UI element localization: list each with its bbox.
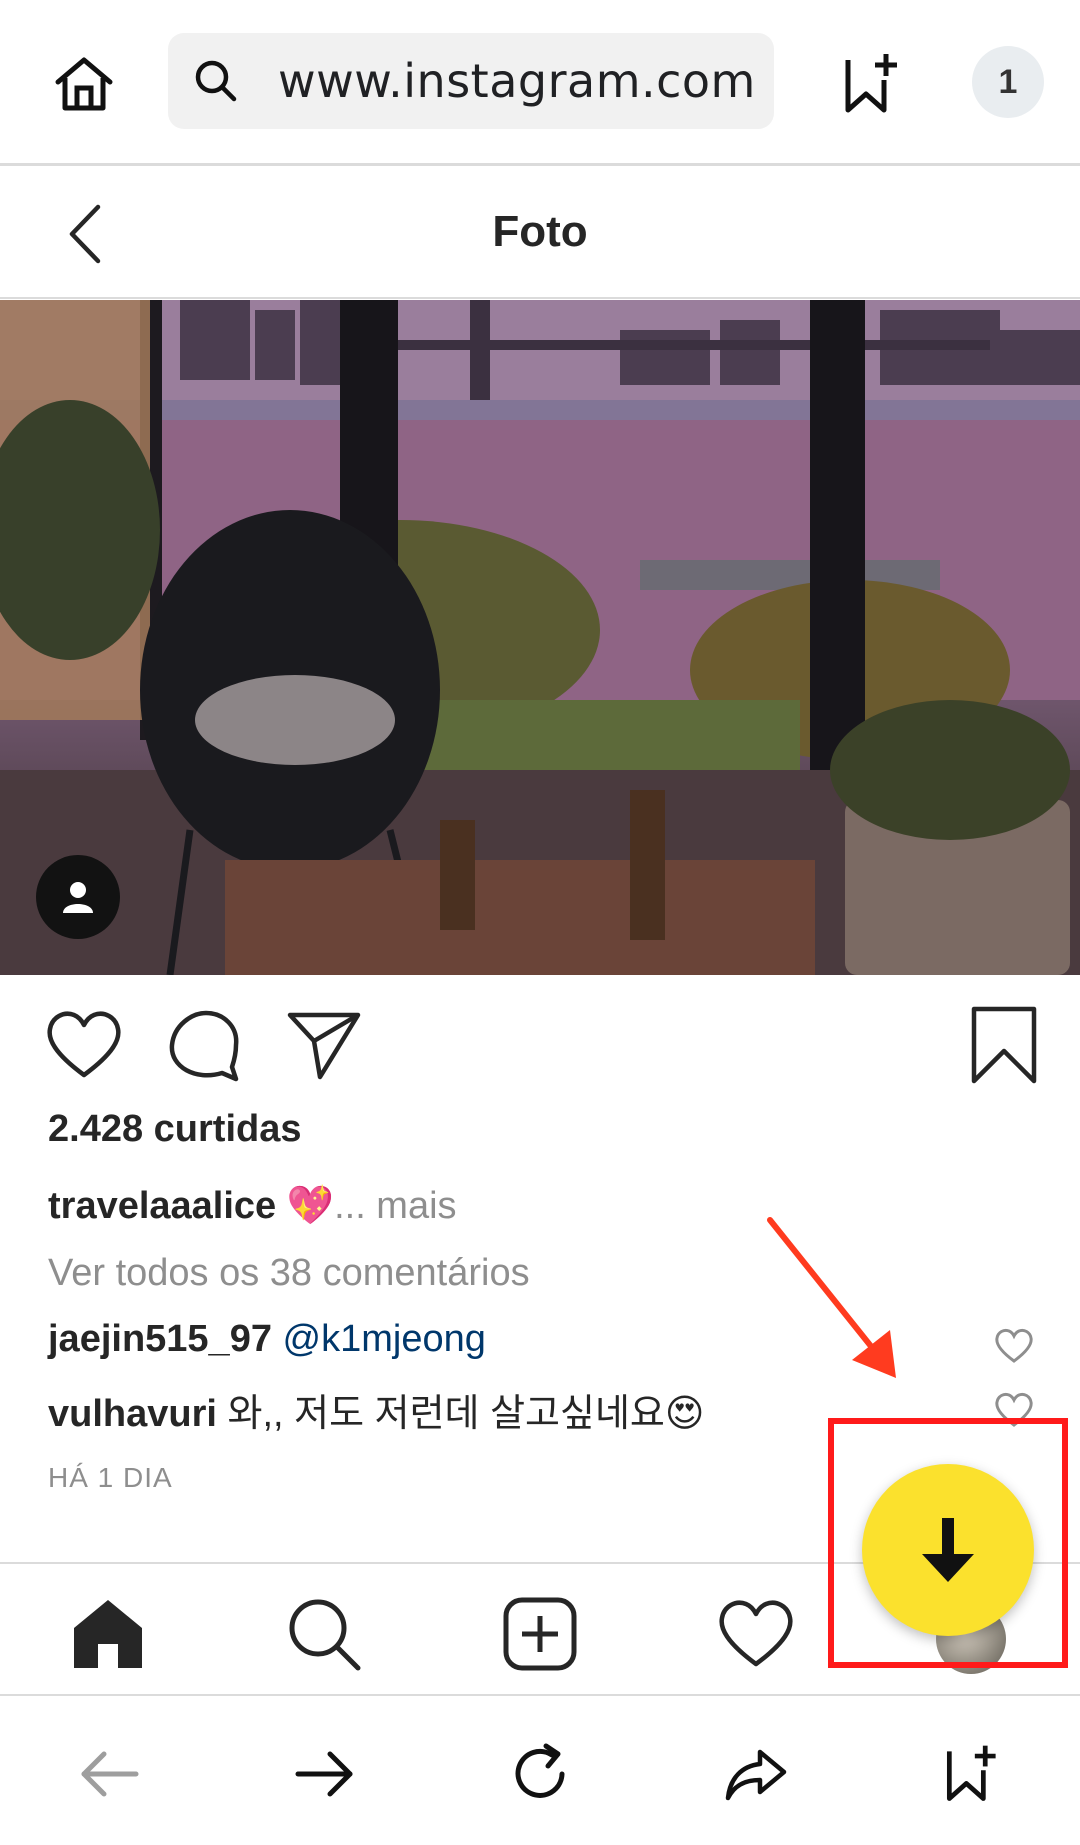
address-bar[interactable]: www.instagram.com (168, 33, 774, 129)
forward-arrow-icon (295, 1751, 353, 1797)
heart-icon (47, 1011, 121, 1078)
caption-username[interactable]: travelaaalice (48, 1185, 276, 1227)
caption-more-link[interactable]: ... mais (334, 1185, 456, 1227)
nav-new-post-button[interactable] (500, 1594, 580, 1674)
download-button[interactable] (862, 1464, 1034, 1636)
post-photo[interactable] (0, 300, 1080, 975)
home-icon (74, 1600, 142, 1668)
post-actions (0, 1005, 1080, 1095)
post-timestamp: HÁ 1 DIA (48, 1462, 173, 1493)
user-icon (63, 882, 93, 913)
bookmark-add-icon (946, 1745, 996, 1801)
heart-icon (995, 1328, 1033, 1363)
comment-text: 와,, 저도 저런데 살고싶네요😍 (227, 1393, 705, 1435)
browser-bottom-bar (0, 1698, 1080, 1845)
download-arrow-icon (922, 1518, 974, 1582)
url-text: www.instagram.com (278, 54, 756, 108)
back-arrow-icon (81, 1751, 139, 1797)
share-button[interactable] (284, 1005, 364, 1085)
browser-home-button[interactable] (48, 48, 120, 120)
heart-icon (719, 1600, 793, 1667)
reload-icon (515, 1743, 565, 1798)
comment-username[interactable]: vulhavuri (48, 1393, 217, 1435)
like-count[interactable]: 2.428 curtidas (48, 1108, 301, 1151)
home-icon (55, 57, 113, 111)
nav-activity-button[interactable] (716, 1594, 796, 1674)
instagram-header: Foto (0, 169, 1080, 299)
annotation-arrow (767, 1217, 896, 1378)
photo-illustration (0, 300, 1080, 975)
caption-emoji: 💖 (286, 1185, 335, 1227)
browser-toolbar: www.instagram.com 1 (0, 0, 1080, 166)
like-button[interactable] (44, 1005, 124, 1085)
comment-icon (169, 1010, 239, 1082)
add-post-icon (503, 1597, 577, 1671)
comment-like-button[interactable] (994, 1326, 1034, 1366)
comment-row: jaejin515_97 @k1mjeong (48, 1318, 486, 1361)
browser-back-button[interactable] (76, 1740, 144, 1808)
comment-row: vulhavuri 와,, 저도 저런데 살고싶네요😍 (48, 1382, 704, 1437)
browser-share-button[interactable] (722, 1740, 790, 1808)
comment-button[interactable] (164, 1005, 244, 1085)
add-bookmark-button[interactable] (836, 48, 908, 120)
tab-switcher-button[interactable]: 1 (972, 46, 1044, 118)
bookmark-icon (971, 1006, 1037, 1084)
share-icon (725, 1749, 787, 1801)
browser-reload-button[interactable] (506, 1740, 574, 1808)
nav-search-button[interactable] (284, 1594, 364, 1674)
page-title: Foto (492, 207, 588, 256)
search-icon (289, 1599, 361, 1671)
nav-home-button[interactable] (68, 1594, 148, 1674)
browser-bookmark-add-button[interactable] (938, 1740, 1006, 1808)
comment-username[interactable]: jaejin515_97 (48, 1318, 272, 1360)
comment-text[interactable]: @k1mjeong (283, 1318, 486, 1360)
view-all-comments-link[interactable]: Ver todos os 38 comentários (48, 1252, 530, 1295)
bookmark-add-icon (845, 54, 897, 113)
send-icon (287, 1012, 361, 1080)
browser-forward-button[interactable] (290, 1740, 358, 1808)
post-caption: travelaaalice 💖... mais (48, 1184, 457, 1228)
tagged-users-button[interactable] (36, 855, 120, 939)
save-button[interactable] (964, 1005, 1044, 1085)
search-icon (188, 53, 244, 109)
